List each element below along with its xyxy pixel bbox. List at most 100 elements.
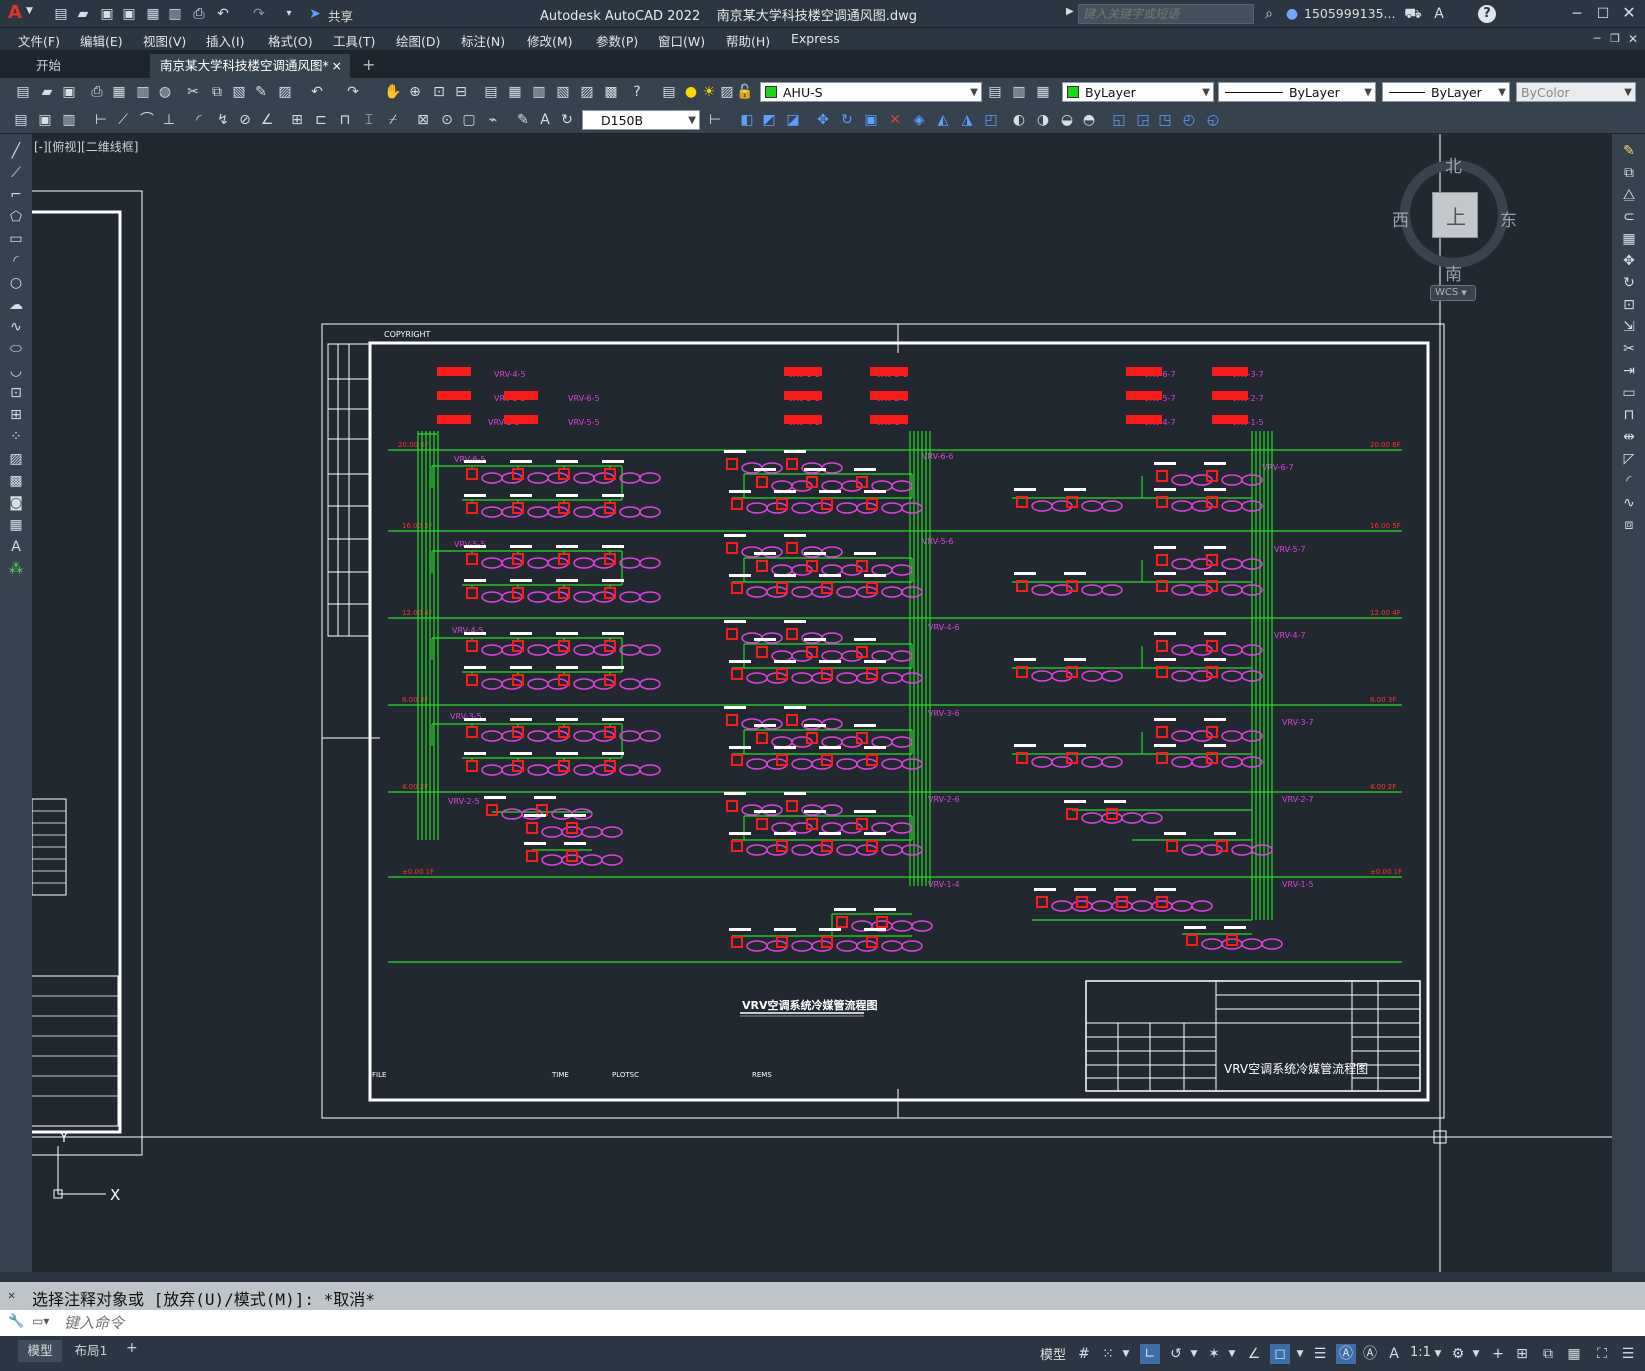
menu-parametric[interactable]: 参数(P) xyxy=(596,31,638,50)
insert-block-icon[interactable]: ▣ xyxy=(36,111,54,129)
jogged-linear-icon[interactable]: ⌁ xyxy=(484,111,502,129)
share-label[interactable]: 共享 xyxy=(328,6,353,25)
stretch-icon[interactable]: ⇲ xyxy=(1620,318,1638,336)
scale-chevron-icon[interactable]: ▼ xyxy=(1428,1344,1448,1364)
maximize-icon[interactable]: ☐ xyxy=(1594,5,1612,23)
isodraft-chevron-icon[interactable]: ▼ xyxy=(1222,1344,1242,1364)
publish-icon[interactable]: ▥ xyxy=(134,83,152,101)
3d-delete-icon[interactable]: ✕ xyxy=(886,111,904,129)
help-search-input[interactable] xyxy=(1078,4,1254,24)
ortho-icon[interactable]: ∟ xyxy=(1140,1344,1160,1364)
polar-icon[interactable]: ↺ xyxy=(1166,1344,1186,1364)
help-icon[interactable]: ? xyxy=(1478,5,1496,23)
user-icon[interactable]: ● xyxy=(1283,5,1301,23)
trim-icon[interactable]: ✂ xyxy=(1620,340,1638,358)
inspect-icon[interactable]: ▢ xyxy=(460,111,478,129)
publish-icon[interactable]: ▦ xyxy=(144,5,162,23)
doc-restore-icon[interactable]: ❐ xyxy=(1606,30,1624,48)
linetype-dropdown[interactable]: ByLayer ▼ xyxy=(1218,82,1376,102)
radius-dim-icon[interactable]: ◜ xyxy=(190,111,208,129)
3d-box-icon[interactable]: ◧ xyxy=(738,111,756,129)
match-properties-icon[interactable]: ✎ xyxy=(252,83,270,101)
layer-dropdown[interactable]: AHU-S ▼ xyxy=(760,82,982,102)
save-icon[interactable]: ▣ xyxy=(98,5,116,23)
quick-dim-icon[interactable]: ⊞ xyxy=(288,111,306,129)
3d-wedge-icon[interactable]: ◩ xyxy=(760,111,778,129)
menu-dimension[interactable]: 标注(N) xyxy=(461,31,505,50)
print-preview-icon[interactable]: ▦ xyxy=(110,83,128,101)
3d-interfere-icon[interactable]: ◳ xyxy=(1156,111,1174,129)
auto-scale-icon[interactable]: Ⓐ xyxy=(1360,1344,1380,1364)
cart-icon[interactable]: ⛟ xyxy=(1404,5,1422,23)
3d-shell-icon[interactable]: ◑ xyxy=(1034,111,1052,129)
jogged-dim-icon[interactable]: ↯ xyxy=(214,111,232,129)
model-space-button[interactable]: 模型 xyxy=(1040,1344,1066,1363)
dim-space-icon[interactable]: ⌶ xyxy=(360,111,378,129)
3d-rotate-icon[interactable]: ↻ xyxy=(838,111,856,129)
gradient-icon[interactable]: ▩ xyxy=(7,472,25,490)
menu-insert[interactable]: 插入(I) xyxy=(206,31,244,50)
ordinate-dim-icon[interactable]: ⊥ xyxy=(160,111,178,129)
tab-close-icon[interactable]: × xyxy=(332,54,342,78)
table-icon[interactable]: ▦ xyxy=(7,516,25,534)
wcs-menu[interactable]: WCS ▼ xyxy=(1430,285,1476,301)
fillet-icon[interactable]: ◜ xyxy=(1620,472,1638,490)
dimstyle-dropdown[interactable]: D150B ▼ xyxy=(582,110,700,130)
3d-sweep-icon[interactable]: ◰ xyxy=(982,111,1000,129)
autocad-logo-icon[interactable]: A xyxy=(8,2,22,23)
insert-block-left-icon[interactable]: ⊡ xyxy=(7,384,25,402)
make-current-layer-icon[interactable]: ▤ xyxy=(986,83,1004,101)
layout-tab-model[interactable]: 模型 xyxy=(18,1340,62,1362)
menu-draw[interactable]: 绘图(D) xyxy=(396,31,440,50)
copy-object-icon[interactable]: ⧉ xyxy=(1620,164,1638,182)
mtext-icon[interactable]: A xyxy=(7,538,25,556)
3d-array-icon[interactable]: ◲ xyxy=(1134,111,1152,129)
rectangle-icon[interactable]: ▭ xyxy=(7,230,25,248)
layer-states-icon[interactable]: ▦ xyxy=(1034,83,1052,101)
linear-dim-icon[interactable]: ⊢ xyxy=(92,111,110,129)
command-window-handle[interactable] xyxy=(0,1272,1645,1282)
compass-east[interactable]: 东 xyxy=(1500,206,1517,231)
layer-thaw-icon[interactable]: ☀ xyxy=(700,83,718,101)
menu-window[interactable]: 窗口(W) xyxy=(658,31,705,50)
blend-curves-icon[interactable]: ∿ xyxy=(1620,494,1638,512)
new-tab-icon[interactable]: + xyxy=(362,55,375,74)
break-icon[interactable]: ⊓ xyxy=(1620,406,1638,424)
lineweight-display-icon[interactable]: ☰ xyxy=(1310,1344,1330,1364)
dim-edit-icon[interactable]: ✎ xyxy=(514,111,532,129)
qsave-icon[interactable]: ▣ xyxy=(60,83,78,101)
aligned-dim-icon[interactable]: ⟋ xyxy=(114,111,132,129)
tab-start[interactable]: 开始 xyxy=(26,54,146,78)
layout-icon[interactable]: ▤ xyxy=(12,111,30,129)
new-file-icon[interactable]: ▤ xyxy=(52,5,70,23)
line-icon[interactable]: ╱ xyxy=(7,142,25,160)
share-icon[interactable]: ➤ xyxy=(306,5,324,23)
menu-edit[interactable]: 编辑(E) xyxy=(80,31,123,50)
customize-quick-access-icon[interactable]: ▾ xyxy=(280,5,298,23)
osnap-chevron-icon[interactable]: ▼ xyxy=(1290,1344,1310,1364)
layer-on-icon[interactable]: ● xyxy=(682,83,700,101)
doc-minimize-icon[interactable]: ─ xyxy=(1588,30,1606,48)
3d-flatten-icon[interactable]: ◓ xyxy=(1080,111,1098,129)
osnap-tracking-icon[interactable]: ∠ xyxy=(1244,1344,1264,1364)
menu-view[interactable]: 视图(V) xyxy=(143,31,186,50)
tolerance-icon[interactable]: ⊠ xyxy=(414,111,432,129)
ellipse-icon[interactable]: ⬭ xyxy=(7,340,25,358)
clean-screen-icon[interactable]: ⛶ xyxy=(1592,1344,1612,1364)
autodesk-account-icon[interactable]: A xyxy=(1430,5,1448,23)
undo-toolbar-icon[interactable]: ↶ xyxy=(308,83,326,101)
construction-line-icon[interactable]: ⟋ xyxy=(7,164,25,182)
annotation-monitor-icon[interactable]: + xyxy=(1488,1344,1508,1364)
polar-chevron-icon[interactable]: ▼ xyxy=(1184,1344,1204,1364)
units-icon[interactable]: ⊞ xyxy=(1512,1344,1532,1364)
3d-section-icon[interactable]: ◒ xyxy=(1058,111,1076,129)
markup-icon[interactable]: ▨ xyxy=(578,83,596,101)
close-icon[interactable]: ✕ xyxy=(1620,4,1638,22)
rotate-icon[interactable]: ↻ xyxy=(1620,274,1638,292)
join-icon[interactable]: ⇹ xyxy=(1620,428,1638,446)
menu-help[interactable]: 帮助(H) xyxy=(726,31,770,50)
viewcube[interactable]: 上 北 南 西 东 xyxy=(1392,152,1517,285)
drawing-canvas[interactable]: [-][俯视][二维线框] COPYRIGHT 20.00 6F 20.00 6… xyxy=(32,134,1612,1272)
layer-properties-icon[interactable]: ▤ xyxy=(660,83,678,101)
zoom-realtime-icon[interactable]: ⊕ xyxy=(406,83,424,101)
